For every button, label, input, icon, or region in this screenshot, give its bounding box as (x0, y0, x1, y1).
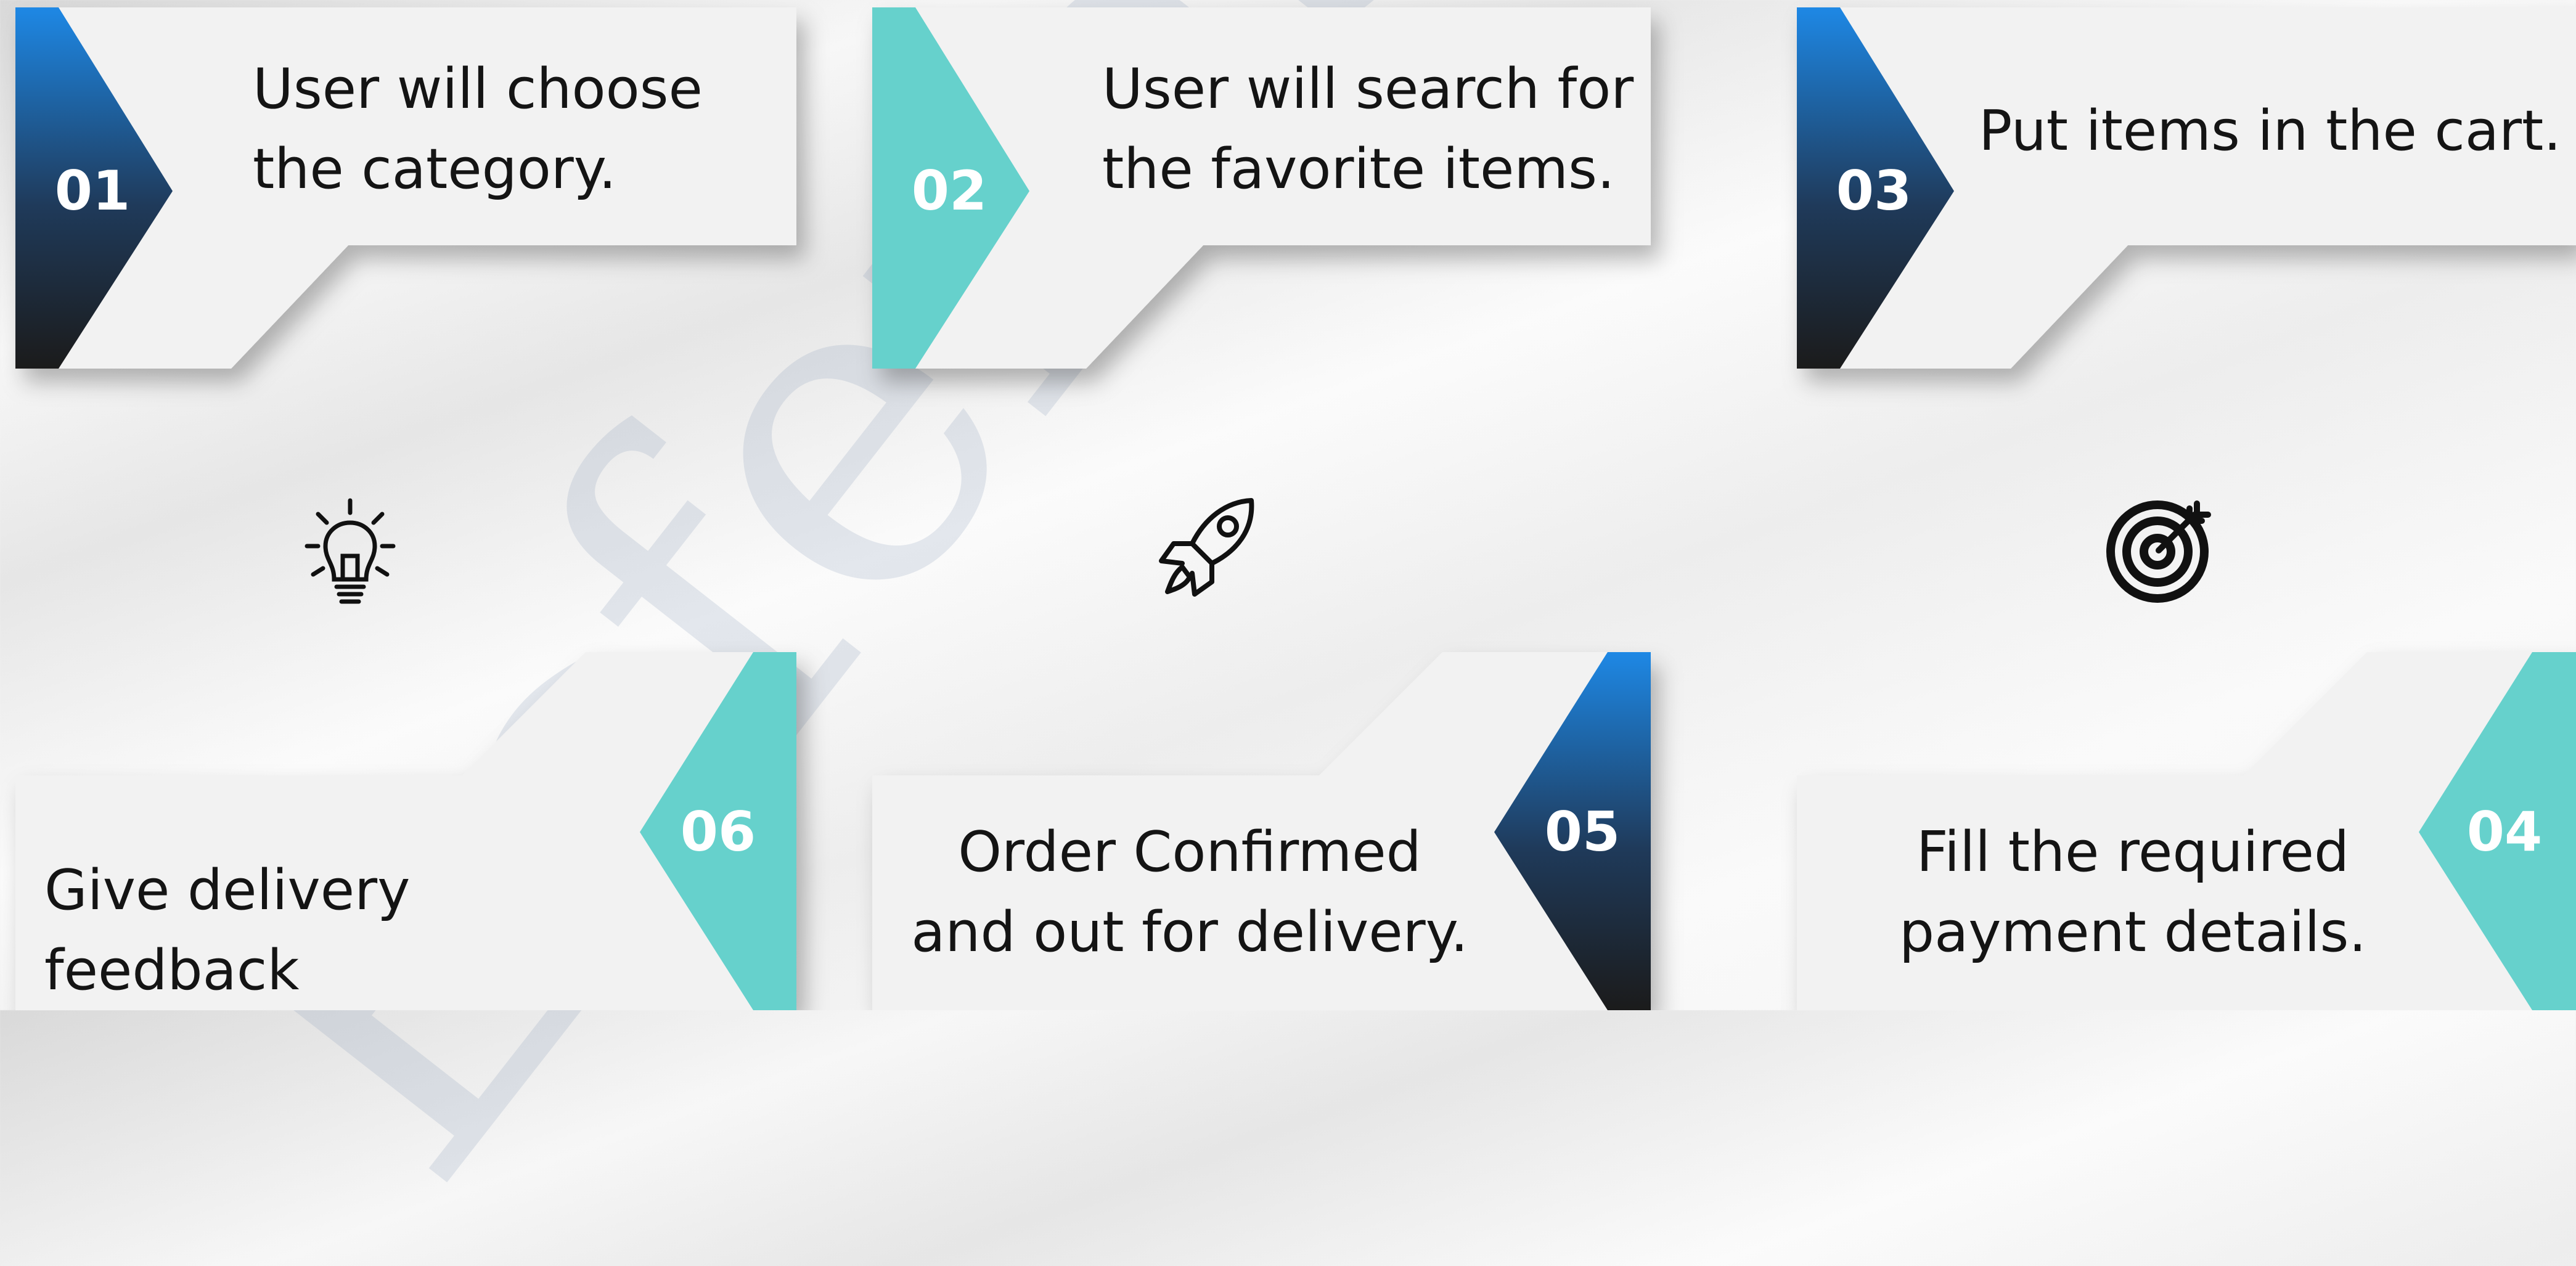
step-text-03-line1: Put items in the cart. (1979, 99, 2561, 163)
step-text-02: User will search for the favorite items. (1102, 49, 1645, 210)
step-number-06: 06 (680, 800, 756, 864)
target-icon (2097, 490, 2220, 613)
lightbulb-icon (288, 487, 412, 610)
step-text-04: Fill the required payment details. (1849, 812, 2416, 973)
step-number-02: 02 (911, 159, 987, 223)
step-number-04: 04 (2466, 800, 2543, 864)
step-text-05-line2: and out for delivery. (911, 900, 1468, 965)
rocket-icon (1145, 487, 1269, 610)
step-text-05: Order Confirmed and out for delivery. (906, 812, 1473, 973)
step-number-05: 05 (1544, 800, 1621, 864)
step-text-06-line1: Give delivery feedback (44, 858, 411, 1003)
step-text-06: Give delivery feedback (44, 851, 648, 1011)
step-text-01-line2: the category. (253, 137, 616, 202)
step-text-04-line1: Fill the required (1916, 820, 2350, 884)
step-text-03: Put items in the cart. (1979, 91, 2570, 171)
step-text-05-line1: Order Confirmed (958, 820, 1421, 884)
step-text-01: User will choose the category. (253, 49, 783, 210)
step-text-01-line1: User will choose (253, 57, 703, 121)
step-text-02-line1: User will search for (1102, 57, 1634, 121)
process-diagram: Esferaso 01 02 03 06 05 04 User will cho… (0, 0, 2576, 1266)
step-number-01: 01 (54, 159, 131, 223)
step-number-03: 03 (1836, 159, 1912, 223)
step-text-04-line2: payment details. (1899, 900, 2366, 965)
step-text-02-line2: the favorite items. (1102, 137, 1615, 202)
